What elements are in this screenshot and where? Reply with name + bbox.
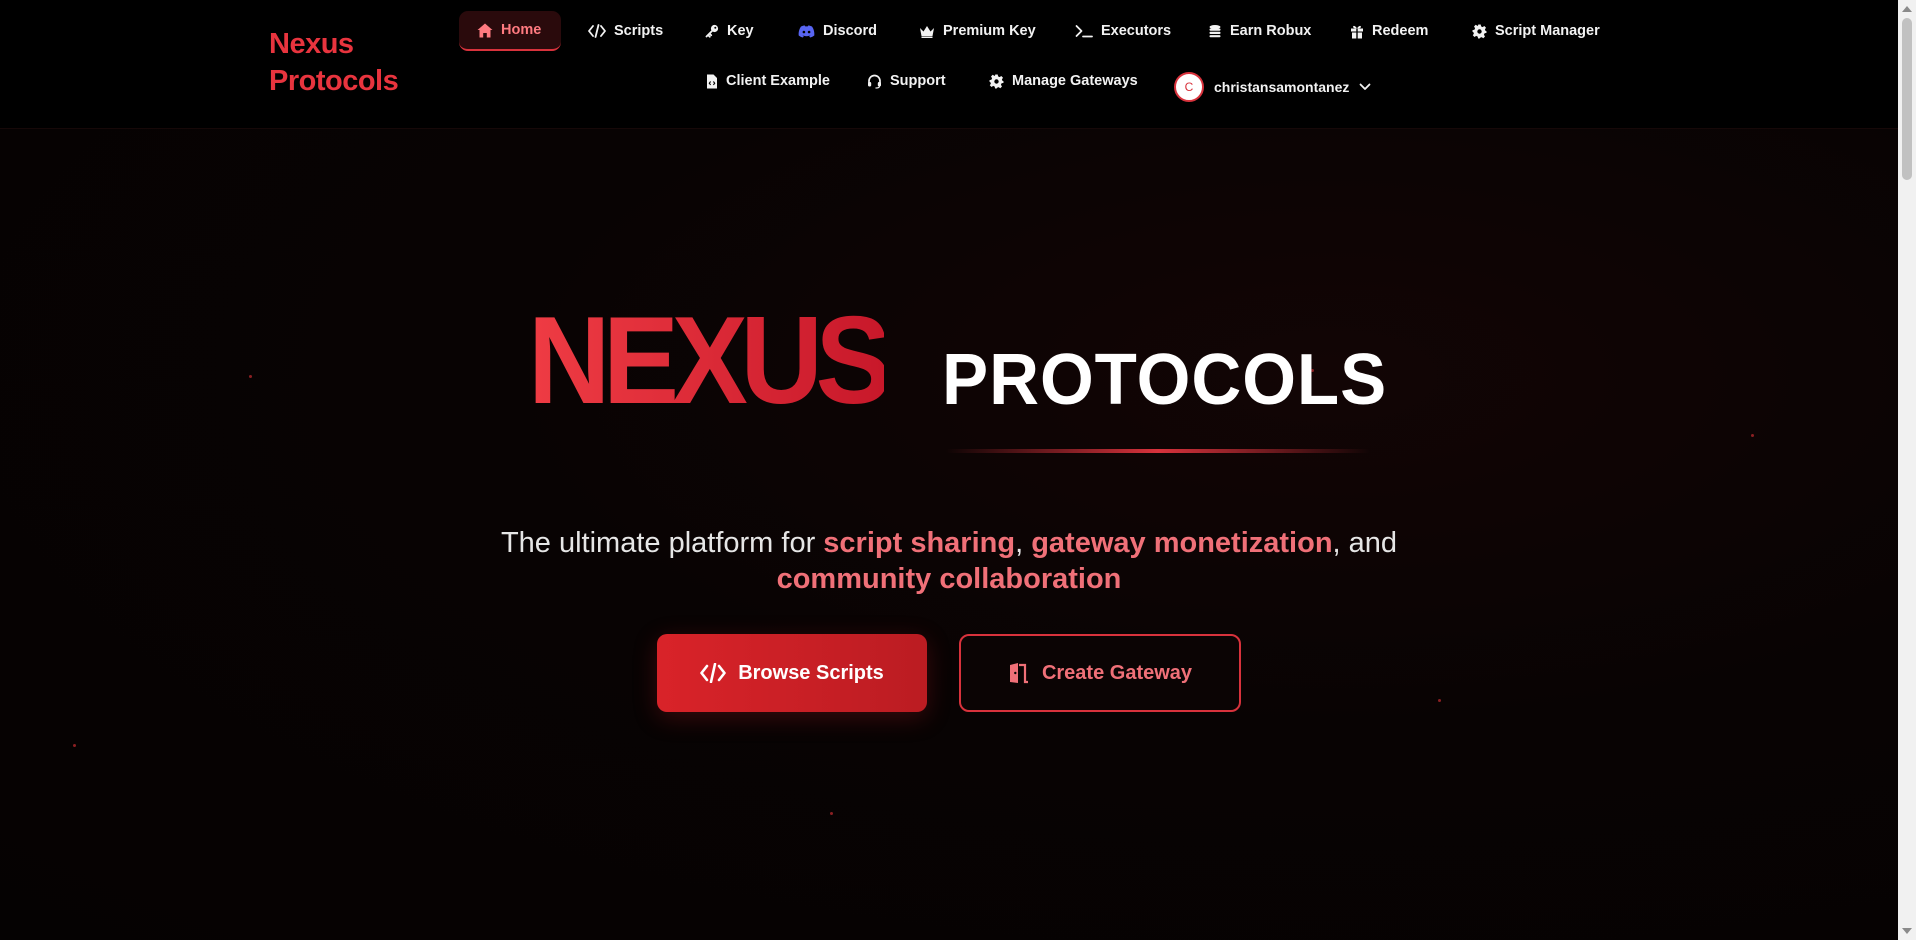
scrollbar-thumb[interactable] xyxy=(1902,18,1912,180)
chevron-down-icon xyxy=(1359,83,1371,90)
tagline-highlight: gateway monetization xyxy=(1031,527,1333,559)
nav-item-key[interactable]: Key xyxy=(705,11,754,51)
headset-icon xyxy=(868,74,881,89)
scroll-down-arrow-icon[interactable] xyxy=(1902,928,1912,934)
nav-item-label: Client Example xyxy=(726,73,830,89)
create-gateway-button[interactable]: Create Gateway xyxy=(959,634,1241,712)
discord-icon xyxy=(798,25,815,37)
nav-item-label: Home xyxy=(501,22,542,38)
tagline-highlight: script sharing xyxy=(823,527,1016,559)
terminal-icon xyxy=(1075,25,1093,38)
particle-dot xyxy=(1751,434,1754,437)
page: Nexus Protocols Home Scripts Key Discord… xyxy=(0,0,1898,940)
nav-item-redeem[interactable]: Redeem xyxy=(1350,11,1428,51)
nav-item-label: Redeem xyxy=(1372,23,1429,39)
gear-icon xyxy=(1472,24,1487,38)
nav-item-discord[interactable]: Discord xyxy=(798,11,877,51)
nav-item-home[interactable]: Home xyxy=(459,11,561,51)
nav-item-label: Support xyxy=(890,73,946,89)
code-icon xyxy=(700,663,726,683)
nav-item-label: Manage Gateways xyxy=(1012,73,1138,89)
nav-item-executors[interactable]: Executors xyxy=(1075,11,1171,51)
nav-item-support[interactable]: Support xyxy=(867,61,946,101)
nav-item-label: Executors xyxy=(1101,23,1172,39)
brand-line-2: Protocols xyxy=(269,65,399,97)
tagline-text: The ultimate platform for xyxy=(500,527,824,559)
vertical-scrollbar[interactable] xyxy=(1898,0,1916,940)
create-gateway-label: Create Gateway xyxy=(1041,661,1193,684)
file-code-icon xyxy=(707,74,717,88)
browse-scripts-button[interactable]: Browse Scripts xyxy=(657,634,927,712)
hero-tagline: The ultimate platform for script sharing… xyxy=(400,525,1498,597)
nav-item-label: Earn Robux xyxy=(1230,23,1312,39)
nav-item-label: Key xyxy=(727,23,754,39)
top-navbar: Nexus Protocols Home Scripts Key Discord… xyxy=(0,0,1898,129)
particle-dot xyxy=(1438,699,1441,702)
brand-line-1: Nexus xyxy=(269,28,354,60)
hero-title-sub: PROTOCOLS xyxy=(942,340,1388,420)
home-icon xyxy=(477,23,493,37)
nav-item-earn-robux[interactable]: Earn Robux xyxy=(1208,11,1311,51)
nav-item-client-example[interactable]: Client Example xyxy=(706,61,830,101)
door-open-icon xyxy=(1009,663,1028,684)
brand-logo[interactable]: Nexus Protocols xyxy=(269,26,399,100)
nav-item-script-manager[interactable]: Script Manager xyxy=(1472,11,1600,51)
particle-dot xyxy=(830,812,833,815)
nav-item-scripts[interactable]: Scripts xyxy=(588,11,663,51)
hero-title: NEXUS PROTOCOLS xyxy=(0,296,1898,426)
gift-icon xyxy=(1351,25,1363,38)
avatar: C xyxy=(1174,72,1204,102)
scroll-up-arrow-icon[interactable] xyxy=(1902,6,1912,12)
code-icon xyxy=(588,24,606,38)
nav-item-manage-gateways[interactable]: Manage Gateways xyxy=(989,61,1138,101)
nav-item-label: Discord xyxy=(823,23,877,39)
username: christansamontanez xyxy=(1214,79,1350,95)
nav-item-label: Premium Key xyxy=(943,23,1036,39)
key-icon xyxy=(705,24,719,38)
nav-item-label: Script Manager xyxy=(1495,23,1600,39)
hero-title-main: NEXUS xyxy=(528,292,892,430)
tagline-text: , and xyxy=(1332,527,1398,559)
nav-item-premium-key[interactable]: Premium Key xyxy=(919,11,1036,51)
nav-item-label: Scripts xyxy=(614,23,664,39)
tagline-highlight: community collaboration xyxy=(776,563,1122,595)
gear-icon xyxy=(989,74,1004,88)
tagline-text: , xyxy=(1015,527,1032,559)
particle-dot xyxy=(73,744,76,747)
coins-icon xyxy=(1209,24,1221,37)
user-menu[interactable]: C christansamontanez xyxy=(1174,67,1371,107)
title-underline-divider xyxy=(946,449,1370,453)
crown-icon xyxy=(920,25,934,38)
browse-scripts-label: Browse Scripts xyxy=(738,661,884,684)
